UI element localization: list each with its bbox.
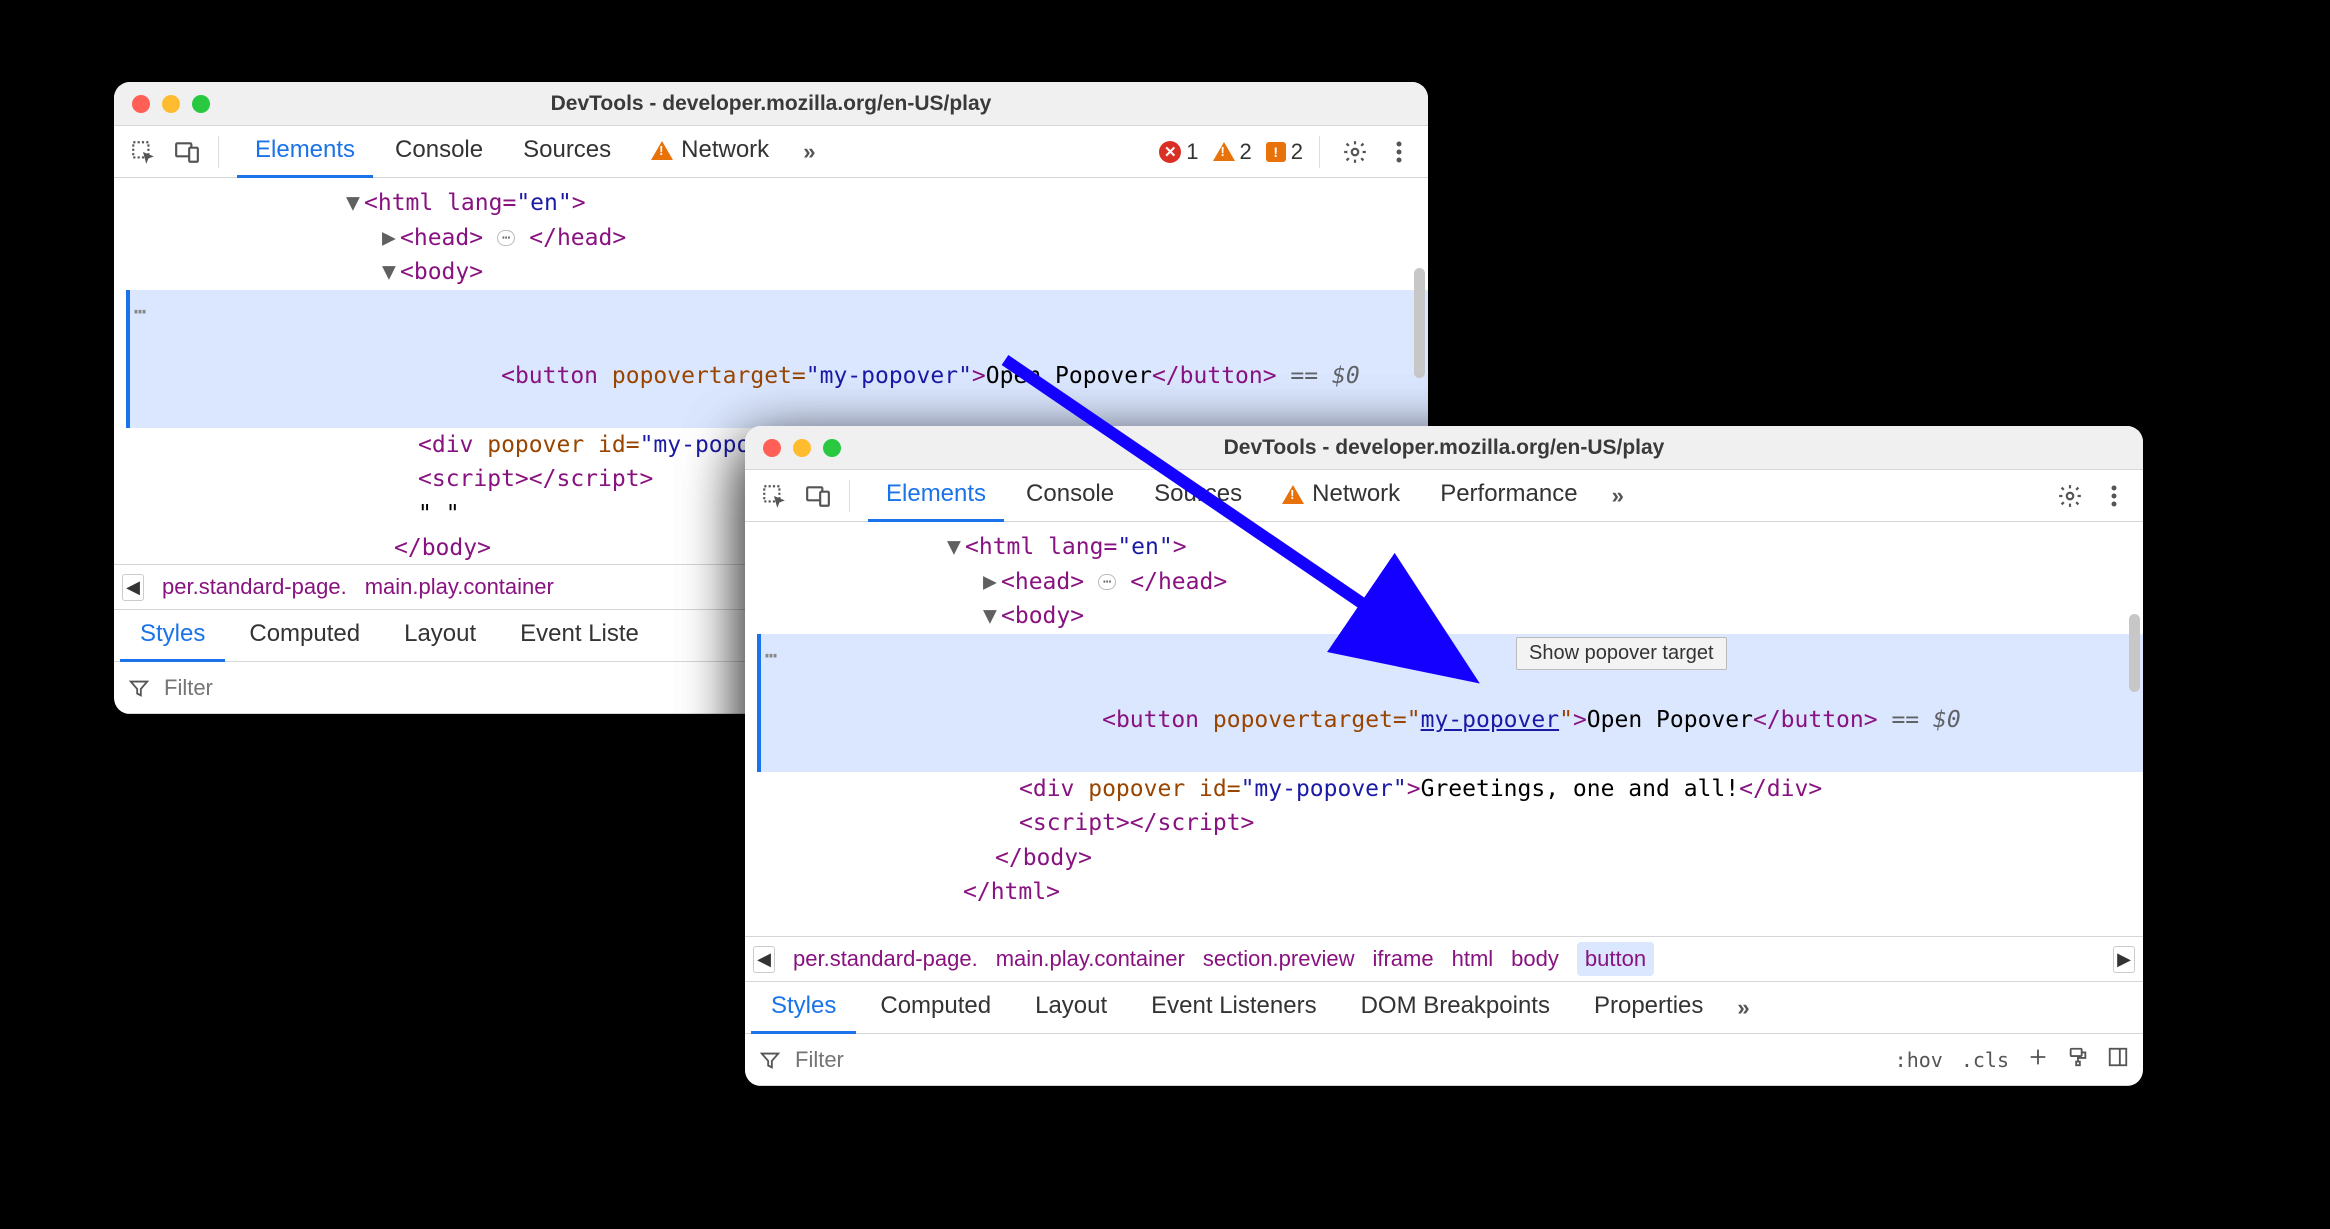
subtabs-overflow[interactable]: »: [1727, 995, 1759, 1021]
tab-console[interactable]: Console: [1008, 470, 1132, 522]
tab-dom-breakpoints[interactable]: DOM Breakpoints: [1341, 982, 1570, 1034]
tab-sources[interactable]: Sources: [1136, 470, 1260, 522]
panel-tabs: Elements Console Sources Network Perform…: [868, 470, 1596, 522]
settings-icon[interactable]: [2051, 477, 2089, 515]
device-icon[interactable]: [799, 477, 837, 515]
breadcrumb-left-icon[interactable]: ◀: [122, 574, 144, 601]
error-icon: ✕: [1159, 141, 1181, 163]
tab-styles[interactable]: Styles: [751, 982, 856, 1034]
settings-icon[interactable]: [1336, 133, 1374, 171]
breadcrumb-item[interactable]: body: [1511, 946, 1559, 972]
divider: [849, 480, 850, 512]
scrollbar[interactable]: [2129, 614, 2140, 692]
warning-count: 2: [1240, 139, 1252, 165]
breadcrumb[interactable]: ◀ per.standard-page. main.play.container…: [745, 936, 2143, 982]
computed-panel-icon[interactable]: [2107, 1046, 2129, 1073]
traffic-lights: [132, 95, 210, 113]
main-toolbar: Elements Console Sources Network » ✕1 2 …: [114, 126, 1428, 178]
paint-icon[interactable]: [2067, 1046, 2089, 1073]
tab-event-listeners[interactable]: Event Listeners: [1131, 982, 1336, 1034]
styles-filter-bar: :hov .cls: [745, 1034, 2143, 1086]
breadcrumb-item[interactable]: main.play.container: [365, 574, 554, 600]
warning-icon: [1213, 142, 1235, 161]
breadcrumb-right-icon[interactable]: ▶: [2113, 946, 2135, 973]
tab-sources[interactable]: Sources: [505, 126, 629, 178]
divider: [218, 136, 219, 168]
cls-toggle[interactable]: .cls: [1961, 1048, 2009, 1072]
message-counts[interactable]: ✕1 2 !2: [1159, 139, 1303, 165]
issue-icon: !: [1266, 142, 1286, 162]
tab-network[interactable]: Network: [1264, 470, 1418, 522]
tab-network[interactable]: Network: [633, 126, 787, 178]
filter-input[interactable]: [793, 1046, 1883, 1074]
warning-icon: [651, 141, 673, 160]
window-title: DevTools - developer.mozilla.org/en-US/p…: [745, 436, 2143, 460]
issue-count: 2: [1291, 139, 1303, 165]
styles-tools: :hov .cls: [1895, 1046, 2129, 1073]
minimize-icon[interactable]: [793, 439, 811, 457]
popovertarget-link[interactable]: my-popover: [1421, 707, 1559, 733]
breadcrumb-item[interactable]: html: [1452, 946, 1494, 972]
divider: [1319, 136, 1320, 168]
minimize-icon[interactable]: [162, 95, 180, 113]
collapsed-icon[interactable]: ⋯: [497, 230, 515, 246]
tab-properties[interactable]: Properties: [1574, 982, 1723, 1034]
inspect-icon[interactable]: [124, 133, 162, 171]
collapsed-icon[interactable]: ⋯: [1098, 574, 1116, 590]
dom-tree[interactable]: ▼<html lang="en"> ▶<head> ⋯ </head> ▼<bo…: [745, 522, 2143, 936]
breadcrumb-item[interactable]: main.play.container: [996, 946, 1185, 972]
tabs-overflow[interactable]: »: [793, 139, 825, 165]
device-icon[interactable]: [168, 133, 206, 171]
zoom-icon[interactable]: [823, 439, 841, 457]
tab-layout[interactable]: Layout: [384, 610, 496, 662]
new-style-icon[interactable]: [2027, 1046, 2049, 1073]
tab-performance[interactable]: Performance: [1422, 470, 1595, 522]
breadcrumb-item[interactable]: iframe: [1372, 946, 1433, 972]
selected-node[interactable]: ⋯ <button popovertarget="my-popover">Ope…: [757, 634, 2143, 772]
tab-console[interactable]: Console: [377, 126, 501, 178]
filter-icon: [128, 677, 150, 699]
hov-toggle[interactable]: :hov: [1895, 1048, 1943, 1072]
breadcrumb-item[interactable]: per.standard-page.: [793, 946, 978, 972]
close-icon[interactable]: [132, 95, 150, 113]
sidebar-tabs: Styles Computed Layout Event Listeners D…: [745, 982, 2143, 1034]
breadcrumb-item-selected[interactable]: button: [1577, 942, 1654, 976]
traffic-lights: [763, 439, 841, 457]
inspect-icon[interactable]: [755, 477, 793, 515]
scrollbar[interactable]: [1414, 268, 1425, 378]
titlebar[interactable]: DevTools - developer.mozilla.org/en-US/p…: [114, 82, 1428, 126]
breadcrumb-item[interactable]: per.standard-page.: [162, 574, 347, 600]
tab-computed[interactable]: Computed: [860, 982, 1011, 1034]
tab-layout[interactable]: Layout: [1015, 982, 1127, 1034]
tabs-overflow[interactable]: »: [1602, 483, 1634, 509]
tab-elements[interactable]: Elements: [237, 126, 373, 178]
tab-elements[interactable]: Elements: [868, 470, 1004, 522]
warning-icon: [1282, 485, 1304, 504]
filter-icon: [759, 1049, 781, 1071]
close-icon[interactable]: [763, 439, 781, 457]
more-icon[interactable]: [2095, 477, 2133, 515]
more-icon[interactable]: [1380, 133, 1418, 171]
devtools-window-2: DevTools - developer.mozilla.org/en-US/p…: [745, 426, 2143, 1086]
error-count: 1: [1186, 139, 1198, 165]
panel-tabs: Elements Console Sources Network: [237, 126, 787, 178]
window-title: DevTools - developer.mozilla.org/en-US/p…: [114, 92, 1428, 116]
main-toolbar: Elements Console Sources Network Perform…: [745, 470, 2143, 522]
selected-node[interactable]: ⋯ <button popovertarget="my-popover">Ope…: [126, 290, 1428, 428]
breadcrumb-left-icon[interactable]: ◀: [753, 946, 775, 973]
tab-computed[interactable]: Computed: [229, 610, 380, 662]
breadcrumb-item[interactable]: section.preview: [1203, 946, 1355, 972]
tab-styles[interactable]: Styles: [120, 610, 225, 662]
tooltip: Show popover target: [1516, 637, 1727, 670]
titlebar[interactable]: DevTools - developer.mozilla.org/en-US/p…: [745, 426, 2143, 470]
zoom-icon[interactable]: [192, 95, 210, 113]
tab-event-listeners[interactable]: Event Liste: [500, 610, 659, 662]
